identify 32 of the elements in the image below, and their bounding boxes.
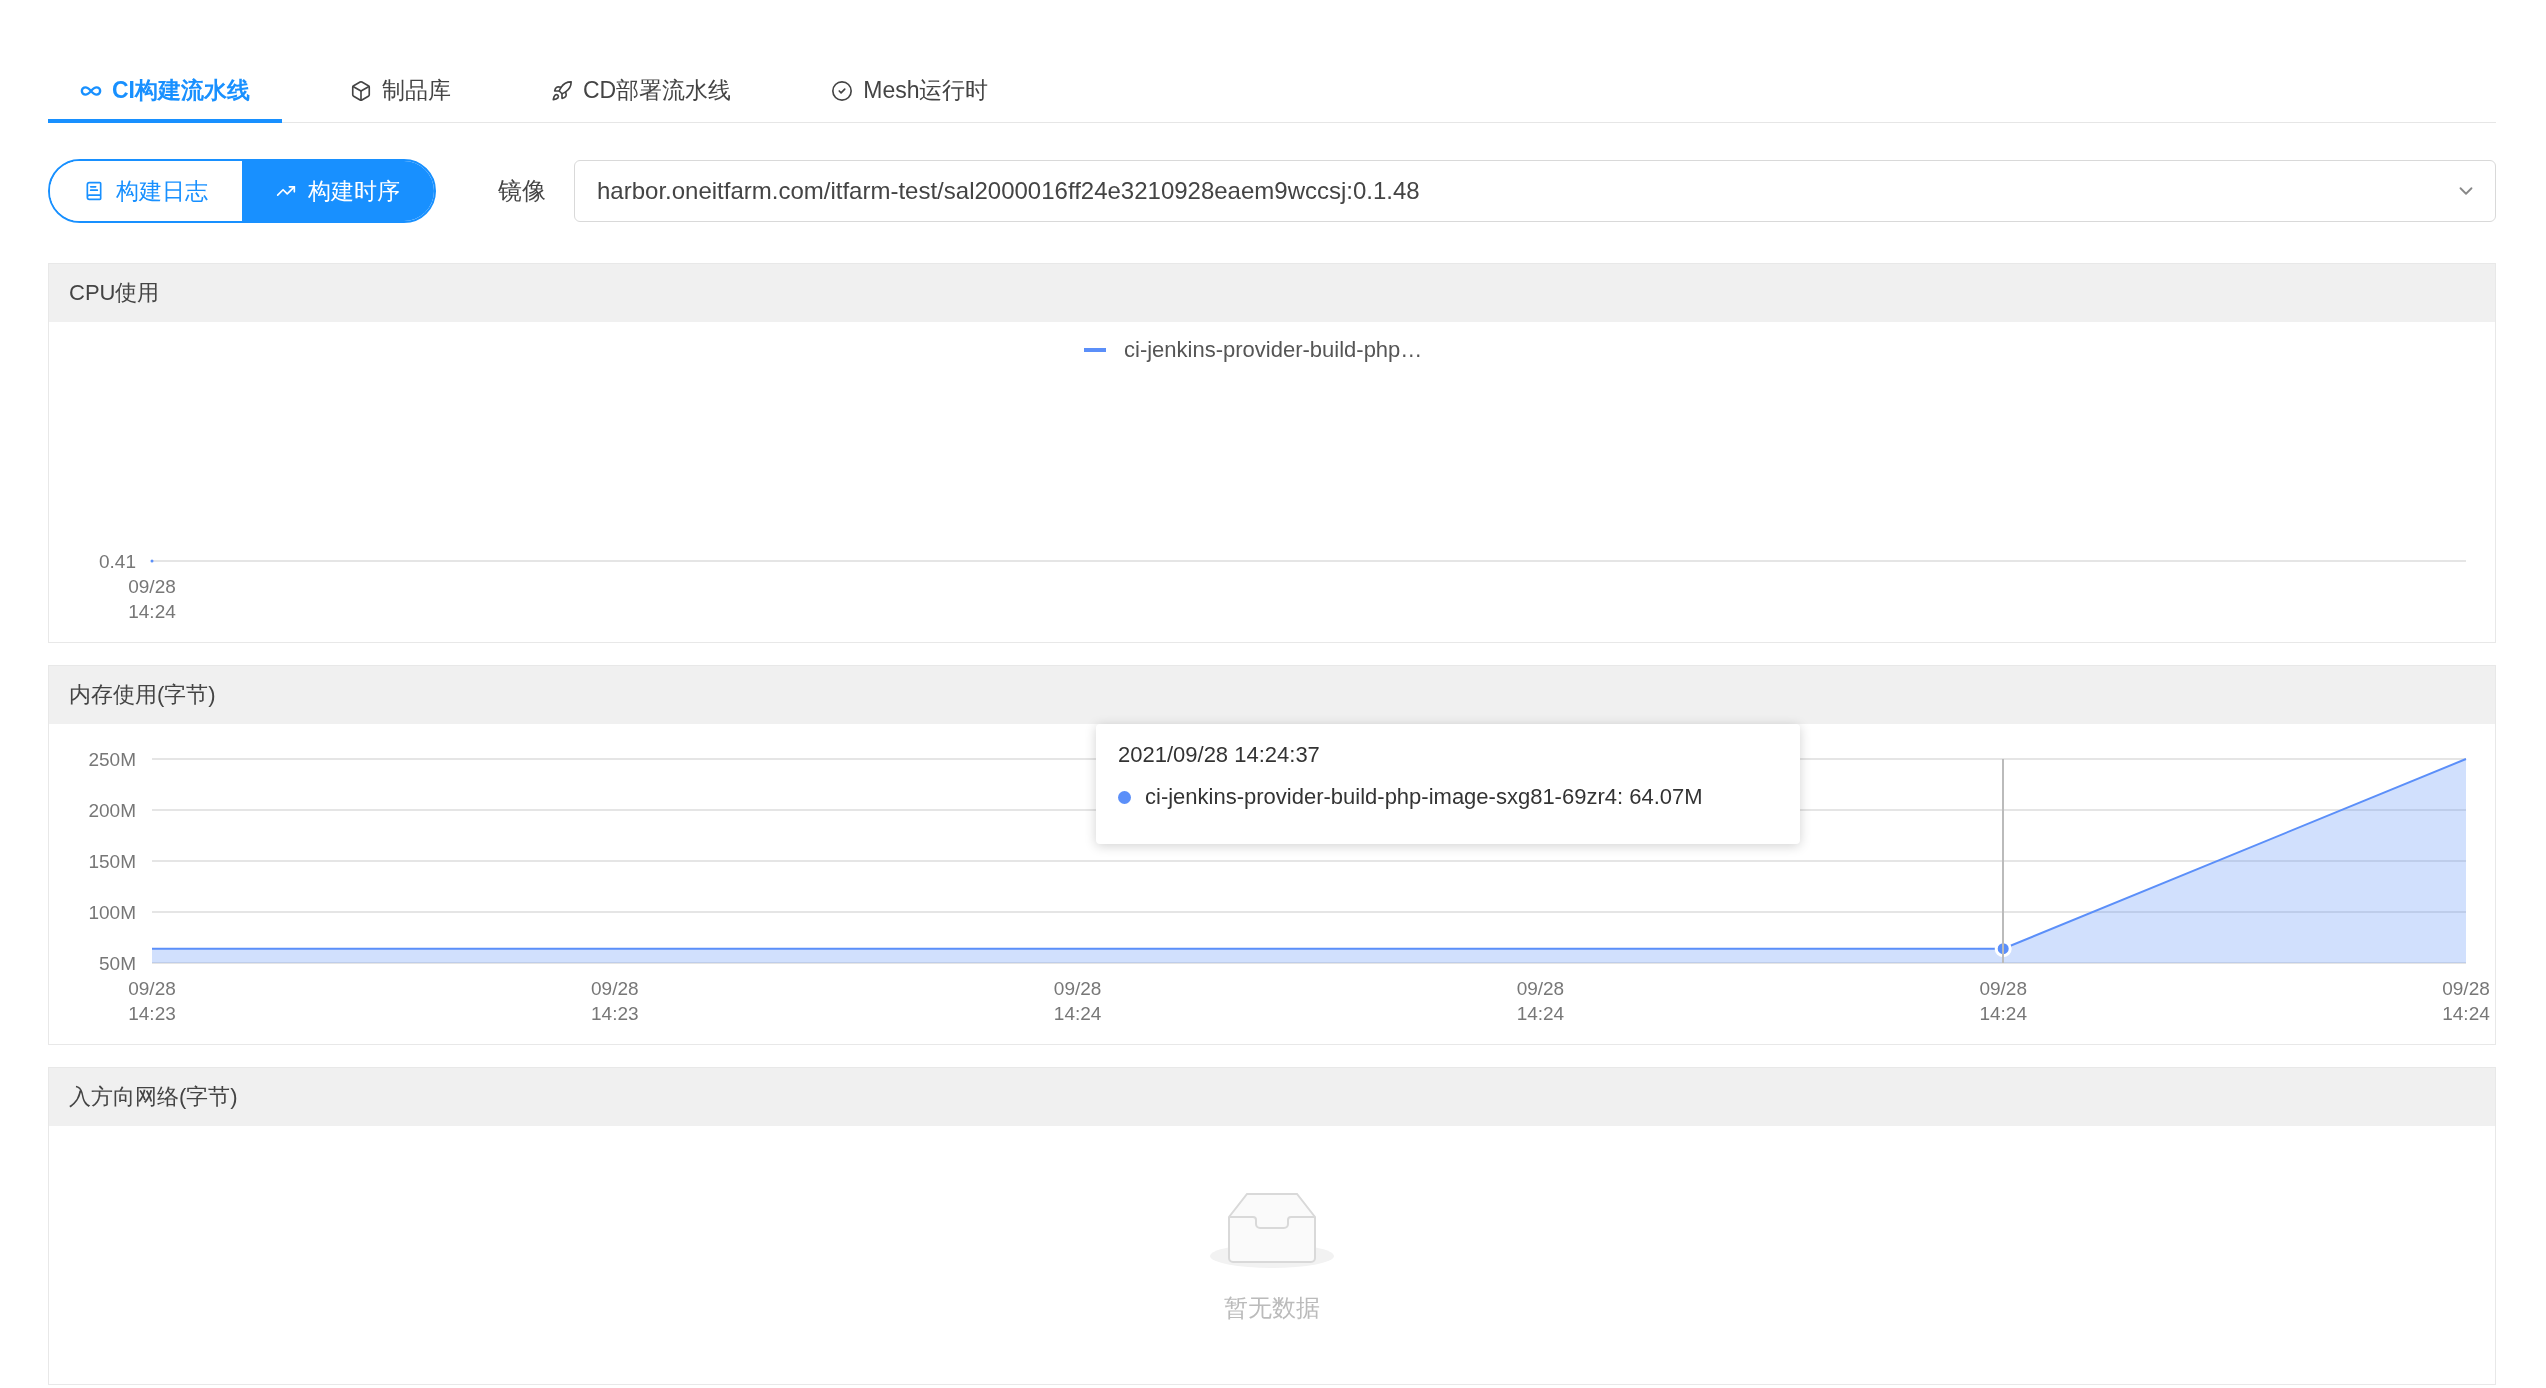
empty-text: 暂无数据 — [1224, 1293, 1320, 1323]
image-select[interactable]: harbor.oneitfarm.com/itfarm-test/sal2000016ff24e3210928eaem9wccsj:0.1.48 — [574, 160, 2496, 222]
panel-title: CPU使用 — [49, 264, 2495, 322]
x-axis-label: 09/28 14:24 — [1053, 978, 1102, 1024]
x-axis-label: 09/28 14:24 — [2442, 978, 2490, 1024]
cube-icon — [350, 79, 372, 102]
x-axis-label: 09/28 14:24 — [1979, 978, 2027, 1024]
y-axis-label: 200M — [88, 800, 136, 821]
nav-tab[interactable]: Mesh运行时 — [799, 62, 1021, 123]
panel-title: 内存使用(字节) — [49, 666, 2495, 724]
circle-check-icon — [831, 79, 854, 102]
legend-marker-icon — [1084, 348, 1106, 352]
nav-tab[interactable]: CD部署流水线 — [519, 62, 764, 123]
x-axis-label: 09/28 14:23 — [128, 978, 176, 1024]
image-label: 镜像 — [498, 176, 546, 206]
y-axis-label: 150M — [88, 851, 136, 872]
y-axis-label: 50M — [99, 953, 136, 974]
x-axis-label: 09/28 14:24 — [128, 576, 176, 622]
x-axis-label: 09/28 14:23 — [591, 978, 639, 1024]
book-icon — [84, 181, 104, 201]
tooltip-time: 2021/09/28 14:24:37 — [1118, 742, 1321, 768]
y-axis-label: 250M — [88, 749, 136, 770]
y-axis-label: 0.41 — [99, 551, 136, 572]
y-axis-label: 100M — [88, 902, 136, 923]
data-point — [150, 559, 154, 563]
panel-title: 入方向网络(字节) — [49, 1068, 2495, 1126]
legend-label: ci-jenkins-provider-build-php… — [1124, 337, 1423, 362]
rocket-icon — [551, 79, 573, 102]
nav-tab[interactable]: 制品库 — [318, 62, 483, 123]
x-axis-label: 09/28 14:24 — [1516, 978, 1565, 1024]
series-dot — [1118, 790, 1131, 804]
tooltip-value: ci-jenkins-provider-build-php-image-sxg81-69zr4: 64.07M — [1145, 784, 1703, 810]
